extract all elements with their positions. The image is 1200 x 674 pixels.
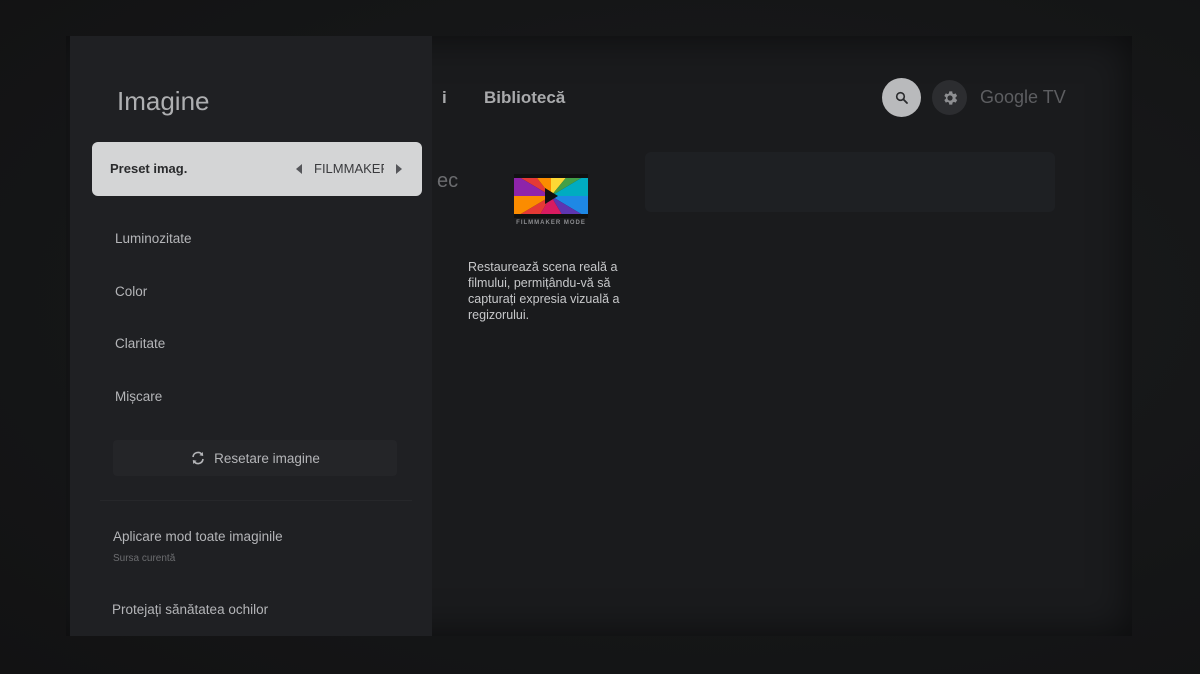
reset-picture-button[interactable]: Resetare imagine xyxy=(113,440,397,476)
reset-picture-label: Resetare imagine xyxy=(214,450,320,466)
tv-screen: i Bibliotecă Google TV ec FILMMAKER MODE… xyxy=(0,0,1200,674)
arrow-left-icon[interactable] xyxy=(296,164,302,174)
settings-button[interactable] xyxy=(932,80,967,115)
divider xyxy=(100,500,412,501)
search-icon xyxy=(895,91,908,104)
search-button[interactable] xyxy=(882,78,921,117)
preset-description: Restaurează scena reală a filmului, perm… xyxy=(468,260,620,322)
filmmaker-mode-logo-text: FILMMAKER MODE xyxy=(516,220,586,226)
apply-mode-subtitle: Sursa curentă xyxy=(113,553,176,564)
gear-icon xyxy=(943,90,957,105)
apply-mode-all-inputs[interactable]: Aplicare mod toate imaginile xyxy=(113,529,283,544)
menu-item-motion[interactable]: Mișcare xyxy=(115,389,162,404)
tab-library[interactable]: Bibliotecă xyxy=(484,88,565,108)
tab-partial[interactable]: i xyxy=(442,88,447,108)
arrow-right-icon[interactable] xyxy=(396,164,402,174)
menu-item-clarity[interactable]: Claritate xyxy=(115,336,165,351)
filmmaker-mode-logo xyxy=(514,174,588,218)
background-partial-text: ec xyxy=(437,170,459,192)
preset-label: Preset imag. xyxy=(110,161,188,176)
google-tv-brand: Google TV xyxy=(980,87,1066,107)
panel-title: Imagine xyxy=(117,86,210,116)
menu-item-color[interactable]: Color xyxy=(115,284,147,299)
reset-icon xyxy=(190,450,206,466)
picture-preset-selector[interactable]: Preset imag. FILMMAKER xyxy=(92,142,422,196)
background-banner xyxy=(645,152,1055,212)
preset-value: FILMMAKER xyxy=(314,161,384,176)
menu-item-brightness[interactable]: Luminozitate xyxy=(115,231,192,246)
eye-protection-item[interactable]: Protejați sănătatea ochilor xyxy=(112,602,268,617)
